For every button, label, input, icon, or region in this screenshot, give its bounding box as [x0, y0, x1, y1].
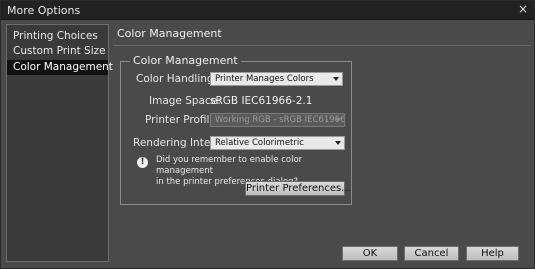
- note-line-1: Did you remember to enable color managem…: [156, 155, 303, 176]
- header-divider: [113, 45, 531, 46]
- printer-profile-label: Printer Profile:: [145, 114, 220, 126]
- printer-preferences-button[interactable]: Printer Preferences...: [245, 181, 351, 196]
- group-title: Color Management: [130, 54, 241, 67]
- info-icon: !: [137, 157, 148, 168]
- color-handling-value: Printer Manages Colors: [215, 74, 314, 84]
- printer-profile-value: Working RGB - sRGB IEC61966-2.1: [215, 115, 345, 125]
- cancel-button[interactable]: Cancel: [404, 246, 459, 261]
- chevron-down-icon: [333, 77, 339, 81]
- ok-button[interactable]: OK: [342, 246, 398, 261]
- page-title: Color Management: [117, 27, 222, 40]
- chevron-down-icon: [335, 141, 341, 145]
- rendering-intent-value: Relative Colorimetric: [215, 138, 304, 148]
- window-title: More Options: [7, 4, 81, 17]
- chevron-down-icon: [335, 118, 341, 122]
- sidebar-item-color-management[interactable]: Color Management: [7, 60, 113, 75]
- printer-profile-select[interactable]: Working RGB - sRGB IEC61966-2.1: [210, 113, 345, 127]
- image-space-value: sRGB IEC61966-2.1: [210, 95, 313, 107]
- color-handling-label: Color Handling:: [136, 73, 218, 85]
- title-bar[interactable]: More Options ×: [1, 1, 534, 20]
- sidebar: Printing Choices Custom Print Size Color…: [6, 24, 113, 262]
- color-handling-select[interactable]: Printer Manages Colors: [210, 72, 343, 86]
- more-options-dialog: More Options × Printing Choices Custom P…: [0, 0, 535, 269]
- rendering-intent-select[interactable]: Relative Colorimetric: [210, 136, 345, 150]
- help-button[interactable]: Help: [466, 246, 519, 261]
- sidebar-item-printing-choices[interactable]: Printing Choices: [7, 29, 108, 44]
- sidebar-item-custom-print-size[interactable]: Custom Print Size: [7, 44, 108, 59]
- close-icon[interactable]: ×: [516, 2, 530, 16]
